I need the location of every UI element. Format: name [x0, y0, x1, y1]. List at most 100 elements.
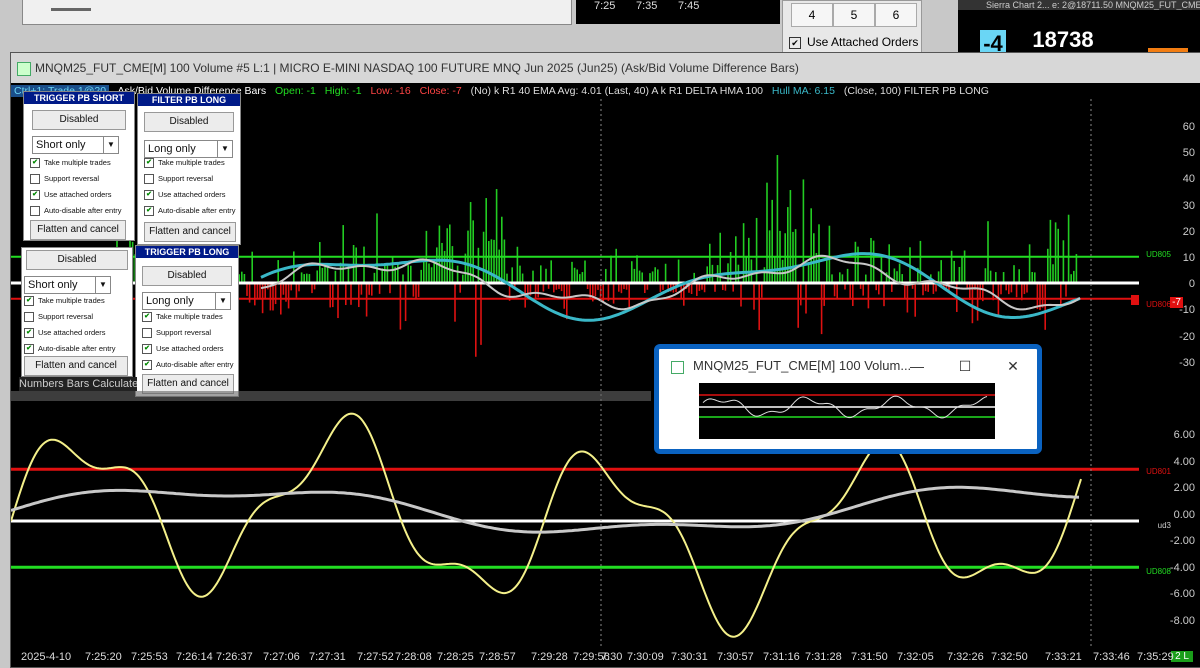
use-attached-orders-option[interactable]: ✔ Use attached orders [144, 188, 226, 202]
mini-chart-window[interactable]: MNQM25_FUT_CME[M] 100 Volum... — ☐ ✕ [654, 344, 1042, 454]
use-attached-orders-checkbox[interactable]: ✔ Use Attached Orders [789, 35, 918, 49]
volume-bar-up [742, 223, 745, 283]
y-tick-label: 4.00 [1173, 455, 1195, 468]
y-tick-label: -6.00 [1169, 588, 1195, 600]
scroll-handle[interactable] [51, 8, 91, 11]
key-4-button[interactable]: 4 [791, 3, 833, 27]
maximize-button[interactable]: ☐ [945, 349, 985, 383]
volume-bar-up [441, 242, 443, 283]
volume-bar-down [696, 283, 698, 296]
volume-bar-down [399, 283, 402, 330]
take-multiple-trades-option[interactable]: ✔ Take multiple trades [142, 310, 223, 324]
disabled-button[interactable]: Disabled [26, 250, 128, 270]
volume-bar-up [1002, 272, 1005, 283]
upper-price-axis: 60 50 40 30 20 10 0 -10 -20 -30 UD805 UD806 -7 [1139, 99, 1200, 389]
checkbox-icon [30, 206, 40, 217]
y-tick-label: -8.00 [1169, 614, 1195, 627]
window-title-bar[interactable]: MNQM25_FUT_CME[M] 100 Volume #5 L:1 | MI… [11, 53, 1200, 83]
volume-bar-down [295, 283, 298, 298]
use-attached-orders-option[interactable]: ✔ Use attached orders [30, 188, 112, 202]
select-value: Long only [148, 143, 196, 155]
check-icon: ✔ [30, 190, 40, 201]
auto-disable-option[interactable]: ✔ Auto-disable after entry [24, 342, 116, 356]
option-label: Support reversal [44, 174, 100, 183]
take-multiple-trades-option[interactable]: ✔ Take multiple trades [144, 156, 225, 170]
key-6-button[interactable]: 6 [875, 3, 917, 27]
trigger-pb-short-panel: TRIGGER PB SHORT Disabled Short only ▼ ✔ T… [23, 91, 135, 241]
volume-bar-up [503, 239, 506, 283]
level-tag: UD801 [1146, 467, 1171, 476]
level-tag: ud3 [1157, 521, 1171, 530]
volume-bar-down [620, 283, 623, 294]
y-tick-label: 0.00 [1173, 508, 1195, 521]
take-multiple-trades-option[interactable]: ✔ Take multiple trades [24, 294, 105, 308]
direction-select[interactable]: Short only ▼ [24, 276, 111, 294]
auto-disable-option[interactable]: ✔ Auto-disable after entry [144, 204, 236, 218]
flatten-cancel-button[interactable]: Flatten and cancel [30, 220, 126, 240]
checkbox-icon [144, 174, 154, 185]
use-attached-orders-option[interactable]: ✔ Use attached orders [24, 326, 106, 340]
volume-bar-down [274, 283, 277, 305]
take-multiple-trades-option[interactable]: ✔ Take multiple trades [30, 156, 111, 170]
checkbox-icon [24, 312, 34, 323]
volume-bar-down [378, 283, 381, 294]
disabled-button[interactable]: Disabled [144, 112, 234, 132]
x-tick-label: 7:25:53 [131, 651, 168, 663]
volume-bar-down [246, 283, 248, 296]
volume-bar-down [628, 283, 630, 308]
x-tick-label: 7:33:46 [1093, 651, 1130, 663]
volume-bar-up [940, 260, 942, 283]
y-tick-label: -4.00 [1169, 561, 1195, 574]
volume-bar-down [849, 283, 851, 299]
support-reversal-option[interactable]: Support reversal [142, 326, 211, 340]
check-icon: ✔ [142, 344, 152, 355]
top-chart-times: 7:25 7:35 7:45 [576, 0, 780, 24]
support-reversal-option[interactable]: Support reversal [30, 172, 99, 186]
option-label: Support reversal [158, 174, 214, 183]
volume-bar-down [833, 283, 836, 297]
volume-bar-down [1041, 283, 1044, 308]
volume-bar-down [475, 283, 477, 357]
volume-bar-up [963, 250, 966, 283]
hull-value: Hull MA: 6.15 [771, 85, 835, 97]
use-attached-orders-option[interactable]: ✔ Use attached orders [142, 342, 224, 356]
disabled-button[interactable]: Disabled [142, 266, 232, 286]
volume-bar-down [454, 283, 456, 322]
volume-bar-up [802, 179, 805, 283]
flatten-cancel-button[interactable]: Flatten and cancel [144, 222, 236, 242]
volume-bar-down [1008, 283, 1010, 295]
direction-select[interactable]: Long only ▼ [142, 292, 231, 310]
y-tick-label: 10 [1182, 252, 1195, 264]
flatten-cancel-button[interactable]: Flatten and cancel [24, 356, 128, 376]
volume-bar-down [1036, 283, 1039, 310]
time-label: 7:25 [594, 0, 616, 12]
popup-title: Sierra Chart 2... e: 2@18711.50 MNQM25_F… [958, 0, 1200, 10]
volume-bar-down [337, 283, 339, 319]
volume-bar-up [571, 261, 573, 283]
key-5-button[interactable]: 5 [833, 3, 875, 27]
y-tick-label: 20 [1182, 225, 1195, 238]
option-label: Take multiple trades [158, 158, 225, 167]
disabled-button[interactable]: Disabled [32, 110, 126, 130]
auto-disable-option[interactable]: ✔ Auto-disable after entry [142, 358, 234, 372]
minimize-button[interactable]: — [897, 349, 937, 383]
volume-bar-up [241, 271, 243, 283]
close-button[interactable]: ✕ [993, 349, 1033, 383]
option-label: Take multiple trades [38, 296, 105, 305]
support-reversal-option[interactable]: Support reversal [24, 310, 93, 324]
y-tick-label: -20 [1179, 330, 1195, 343]
volume-bar-down [256, 283, 259, 299]
support-reversal-option[interactable]: Support reversal [144, 172, 213, 186]
high-value: High: -1 [324, 85, 362, 97]
volume-bar-down [1015, 283, 1018, 298]
lower-price-axis: 6.00 4.00 2.00 0.00 -2.00 -4.00 -6.00 -8.00 UD80… [1139, 399, 1200, 649]
volume-bar-up [1052, 264, 1054, 283]
panel-title: FILTER PB LONG [138, 94, 240, 106]
volume-bar-down [758, 283, 760, 330]
auto-disable-option[interactable]: Auto-disable after entry [30, 204, 122, 218]
direction-select[interactable]: Short only ▼ [32, 136, 119, 154]
volume-bar-up [472, 220, 474, 283]
volume-bar-up [605, 268, 607, 283]
level-tag: UD806 [1146, 300, 1171, 309]
volume-bar-up [839, 272, 841, 283]
